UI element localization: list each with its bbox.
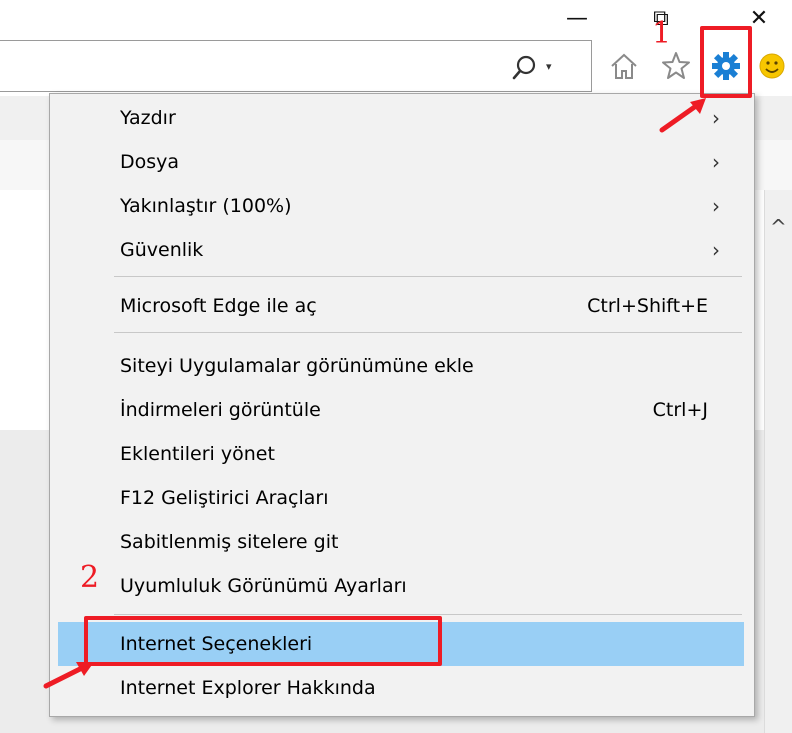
menu-item-about-ie[interactable]: Internet Explorer Hakkında: [58, 666, 744, 710]
menu-item-add-site-to-apps[interactable]: Siteyi Uygulamalar görünümüne ekle: [58, 344, 744, 388]
vertical-scrollbar[interactable]: [764, 190, 792, 733]
scroll-up-icon[interactable]: ^: [770, 215, 787, 239]
menu-item-compatibility-view[interactable]: Uyumluluk Görünümü Ayarları: [58, 564, 744, 608]
menu-item-file[interactable]: Dosya ›: [58, 140, 744, 184]
home-icon[interactable]: [606, 46, 642, 86]
menu-item-label: Güvenlik: [120, 239, 204, 261]
minimize-button[interactable]: —: [552, 0, 602, 36]
menu-separator: [114, 332, 742, 333]
menu-item-label: Eklentileri yönet: [120, 443, 275, 465]
feedback-smiley-icon[interactable]: [754, 46, 790, 86]
annotation-arrow-2-icon: [43, 662, 94, 689]
submenu-arrow-icon: ›: [712, 150, 720, 174]
submenu-arrow-icon: ›: [712, 238, 720, 262]
menu-item-label: Microsoft Edge ile aç: [120, 295, 317, 317]
menu-item-shortcut: Ctrl+J: [652, 399, 708, 421]
address-bar[interactable]: [0, 40, 592, 92]
menu-item-pinned-sites[interactable]: Sabitlenmiş sitelere git: [58, 520, 744, 564]
menu-item-safety[interactable]: Güvenlik ›: [58, 228, 744, 272]
annotation-step-2: 2: [80, 560, 100, 595]
menu-item-label: Uyumluluk Görünümü Ayarları: [120, 575, 407, 597]
annotation-arrow-1-icon: [659, 98, 706, 133]
menu-item-manage-addons[interactable]: Eklentileri yönet: [58, 432, 744, 476]
annotation-box-gear: [700, 26, 752, 98]
menu-item-view-downloads[interactable]: İndirmeleri görüntüle Ctrl+J: [58, 388, 744, 432]
annotation-step-1: 1: [652, 16, 672, 51]
submenu-arrow-icon: ›: [712, 106, 720, 130]
menu-item-label: Sabitlenmiş sitelere git: [120, 531, 339, 553]
search-dropdown-icon[interactable]: ▾: [546, 60, 552, 73]
menu-item-label: İndirmeleri görüntüle: [120, 399, 321, 421]
search-icon[interactable]: [510, 50, 540, 84]
menu-item-open-in-edge[interactable]: Microsoft Edge ile aç Ctrl+Shift+E: [58, 284, 744, 328]
menu-item-label: F12 Geliştirici Araçları: [120, 487, 329, 509]
menu-item-label: Yakınlaştır (100%): [120, 195, 292, 217]
menu-item-f12-developer-tools[interactable]: F12 Geliştirici Araçları: [58, 476, 744, 520]
menu-item-label: Internet Explorer Hakkında: [120, 677, 376, 699]
favorites-star-icon[interactable]: [658, 46, 694, 86]
menu-item-label: Yazdır: [120, 107, 176, 129]
submenu-arrow-icon: ›: [712, 194, 720, 218]
menu-item-zoom[interactable]: Yakınlaştır (100%) ›: [58, 184, 744, 228]
annotation-box-internet-options: [84, 616, 442, 666]
menu-separator: [114, 614, 742, 615]
menu-separator: [114, 276, 742, 277]
menu-item-shortcut: Ctrl+Shift+E: [587, 295, 708, 317]
menu-item-label: Dosya: [120, 151, 180, 173]
menu-item-print[interactable]: Yazdır ›: [58, 96, 744, 140]
menu-item-label: Siteyi Uygulamalar görünümüne ekle: [120, 355, 474, 377]
